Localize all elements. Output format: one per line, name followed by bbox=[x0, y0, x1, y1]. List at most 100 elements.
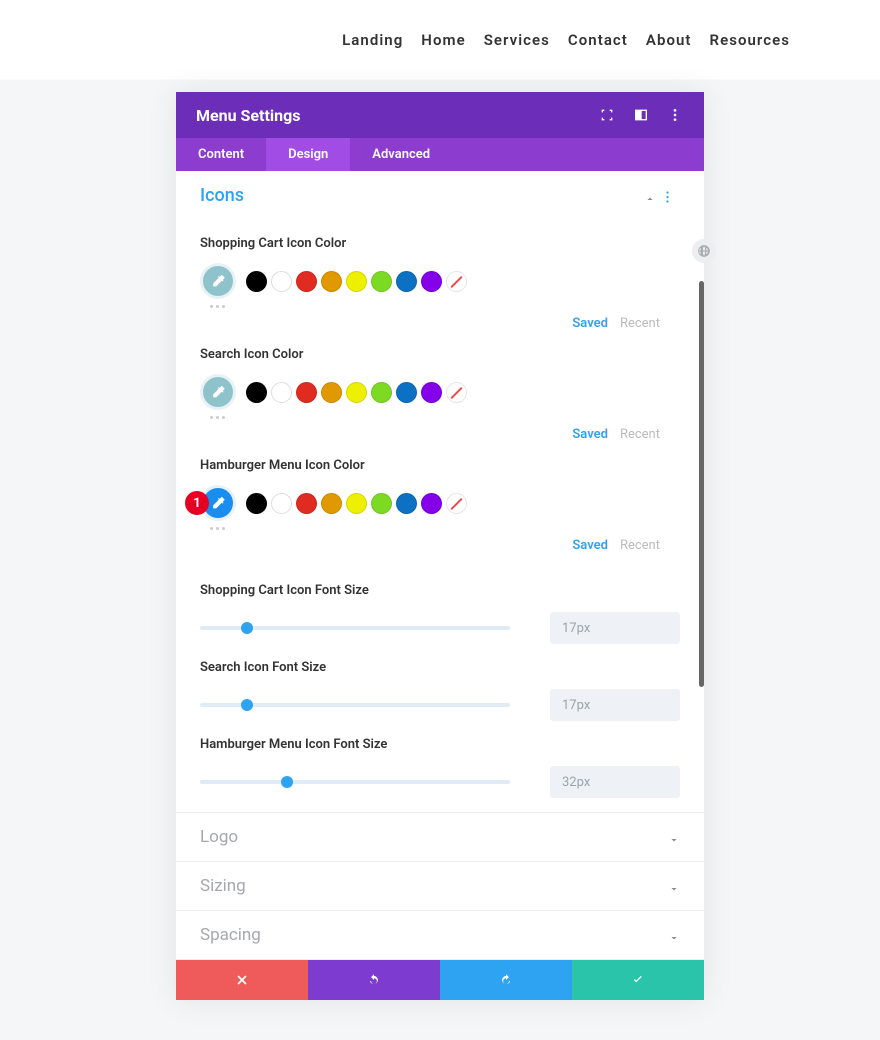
color-swatch[interactable] bbox=[371, 382, 392, 403]
panel-title-bar: Menu Settings bbox=[176, 92, 704, 138]
chevron-down-icon bbox=[668, 929, 680, 941]
color-swatch[interactable] bbox=[396, 271, 417, 292]
color-swatch[interactable] bbox=[246, 382, 267, 403]
saved-recent-row: Saved Recent bbox=[200, 427, 660, 442]
color-swatch[interactable] bbox=[296, 382, 317, 403]
color-swatch[interactable] bbox=[296, 271, 317, 292]
recent-tab[interactable]: Recent bbox=[620, 316, 660, 331]
slider-thumb[interactable] bbox=[241, 622, 253, 634]
tab-content[interactable]: Content bbox=[176, 138, 266, 171]
more-dots-icon[interactable] bbox=[210, 305, 680, 308]
color-swatch[interactable] bbox=[371, 493, 392, 514]
cancel-button[interactable] bbox=[176, 960, 308, 1000]
slider-thumb[interactable] bbox=[281, 776, 293, 788]
stage: Menu Settings Content Design Advanced Ic… bbox=[0, 80, 880, 1040]
slider-row: 32px bbox=[200, 766, 680, 798]
scrollbar[interactable] bbox=[699, 281, 704, 687]
color-field-label: Shopping Cart Icon Color bbox=[200, 236, 680, 251]
slider-track[interactable] bbox=[200, 626, 510, 630]
slider-label: Hamburger Menu Icon Font Size bbox=[200, 737, 680, 752]
color-swatch[interactable] bbox=[271, 382, 292, 403]
color-swatch[interactable] bbox=[421, 271, 442, 292]
tab-advanced[interactable]: Advanced bbox=[350, 138, 452, 171]
redo-button[interactable] bbox=[440, 960, 572, 1000]
color-swatch[interactable] bbox=[446, 493, 467, 514]
eyedropper-icon[interactable]: 1 bbox=[200, 485, 236, 521]
slider-thumb[interactable] bbox=[241, 699, 253, 711]
color-swatch[interactable] bbox=[321, 271, 342, 292]
color-swatch[interactable] bbox=[271, 271, 292, 292]
color-swatch[interactable] bbox=[246, 493, 267, 514]
recent-tab[interactable]: Recent bbox=[620, 427, 660, 442]
section-spacing: Spacing bbox=[176, 911, 704, 960]
color-swatch[interactable] bbox=[346, 271, 367, 292]
recent-tab[interactable]: Recent bbox=[620, 538, 660, 553]
size-input[interactable]: 32px bbox=[550, 766, 680, 798]
color-swatch[interactable] bbox=[421, 382, 442, 403]
color-swatch[interactable] bbox=[296, 493, 317, 514]
saved-tab[interactable]: Saved bbox=[572, 538, 608, 553]
nav-services[interactable]: Services bbox=[484, 31, 550, 49]
color-swatch[interactable] bbox=[346, 493, 367, 514]
color-swatch[interactable] bbox=[396, 382, 417, 403]
nav-landing[interactable]: Landing bbox=[342, 31, 403, 49]
top-nav: Landing Home Services Contact About Reso… bbox=[342, 31, 790, 49]
color-swatch[interactable] bbox=[446, 382, 467, 403]
color-swatch[interactable] bbox=[421, 493, 442, 514]
color-field-label: Hamburger Menu Icon Color bbox=[200, 458, 680, 473]
nav-home[interactable]: Home bbox=[421, 31, 465, 49]
section-head[interactable]: Spacing bbox=[176, 911, 704, 959]
panel-title: Menu Settings bbox=[196, 106, 598, 125]
color-swatch[interactable] bbox=[321, 382, 342, 403]
section-icons: Icons Shopping Cart Icon Color Saved Recen… bbox=[176, 171, 704, 813]
slider-track[interactable] bbox=[200, 780, 510, 784]
section-label: Logo bbox=[200, 827, 668, 847]
chevron-up-icon bbox=[644, 190, 656, 202]
color-swatch[interactable] bbox=[321, 493, 342, 514]
section-options-icon[interactable] bbox=[666, 189, 680, 203]
chevron-down-icon bbox=[668, 880, 680, 892]
color-swatch[interactable] bbox=[446, 271, 467, 292]
swatch-row: 1 bbox=[200, 485, 680, 521]
color-swatch[interactable] bbox=[346, 382, 367, 403]
eyedropper-icon[interactable] bbox=[200, 374, 236, 410]
color-swatch[interactable] bbox=[246, 271, 267, 292]
section-logo: Logo bbox=[176, 813, 704, 862]
section-head-icons[interactable]: Icons bbox=[176, 171, 704, 220]
section-head[interactable]: Sizing bbox=[176, 862, 704, 910]
section-head[interactable]: Logo bbox=[176, 813, 704, 861]
site-top-bar: Landing Home Services Contact About Reso… bbox=[0, 0, 880, 80]
more-dots-icon[interactable] bbox=[210, 527, 680, 530]
tabs: Content Design Advanced bbox=[176, 138, 704, 171]
panel-footer bbox=[176, 960, 704, 1000]
nav-contact[interactable]: Contact bbox=[568, 31, 628, 49]
color-swatch[interactable] bbox=[396, 493, 417, 514]
undo-button[interactable] bbox=[308, 960, 440, 1000]
size-input[interactable]: 17px bbox=[550, 612, 680, 644]
nav-about[interactable]: About bbox=[646, 31, 692, 49]
saved-tab[interactable]: Saved bbox=[572, 427, 608, 442]
nav-resources[interactable]: Resources bbox=[710, 31, 791, 49]
saved-recent-row: Saved Recent bbox=[200, 316, 660, 331]
save-button[interactable] bbox=[572, 960, 704, 1000]
color-swatch[interactable] bbox=[271, 493, 292, 514]
section-sizing: Sizing bbox=[176, 862, 704, 911]
color-field-label: Search Icon Color bbox=[200, 347, 680, 362]
color-swatch[interactable] bbox=[371, 271, 392, 292]
panel-content: Icons Shopping Cart Icon Color Saved Recen… bbox=[176, 171, 704, 960]
saved-tab[interactable]: Saved bbox=[572, 316, 608, 331]
slider-row: 17px bbox=[200, 689, 680, 721]
size-input[interactable]: 17px bbox=[550, 689, 680, 721]
more-dots-icon[interactable] bbox=[210, 416, 680, 419]
eyedropper-icon[interactable] bbox=[200, 263, 236, 299]
saved-recent-row: Saved Recent bbox=[200, 538, 660, 553]
split-view-icon[interactable] bbox=[632, 106, 650, 124]
slider-track[interactable] bbox=[200, 703, 510, 707]
chevron-down-icon bbox=[668, 831, 680, 843]
more-icon[interactable] bbox=[666, 106, 684, 124]
expand-icon[interactable] bbox=[598, 106, 616, 124]
slider-row: 17px bbox=[200, 612, 680, 644]
tab-design[interactable]: Design bbox=[266, 138, 350, 171]
swatch-row bbox=[200, 263, 680, 299]
slider-label: Search Icon Font Size bbox=[200, 660, 680, 675]
